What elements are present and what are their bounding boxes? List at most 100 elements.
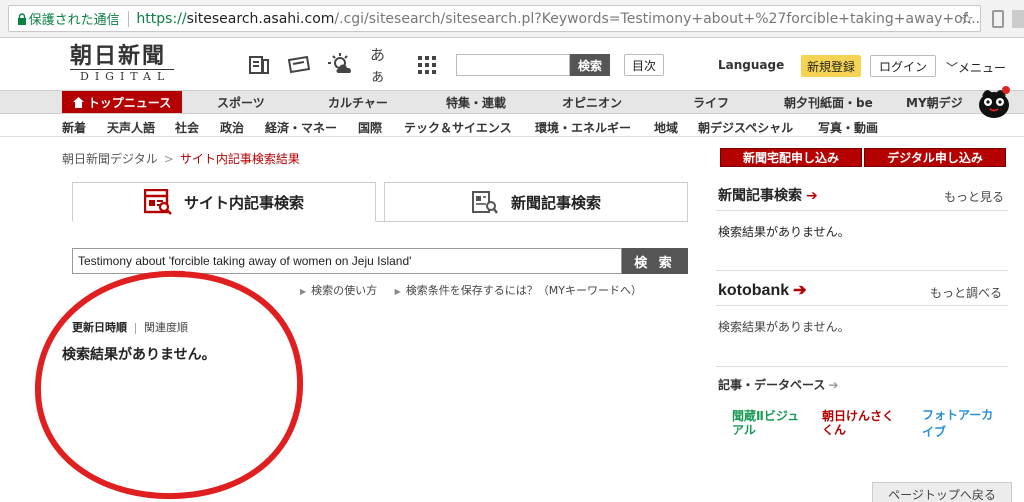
font-size-icon[interactable]: あぁ (370, 46, 396, 85)
no-result-message: 検索結果がありません。 (62, 347, 216, 363)
subnav-item-international[interactable]: 国際 (358, 119, 382, 136)
nav-item-features[interactable]: 特集・連載 (446, 91, 506, 113)
heading-label: 記事・データベース (718, 378, 826, 392)
sort-options: 更新日時順 関連度順 (72, 319, 188, 335)
divider (716, 305, 1008, 306)
weather-icon[interactable] (328, 52, 354, 78)
nav-item-top-news[interactable]: トップニュース (62, 91, 182, 113)
sort-divider (135, 322, 136, 334)
home-icon (72, 96, 84, 108)
extension-icon-2[interactable] (1012, 10, 1024, 28)
subnav-item-politics[interactable]: 政治 (220, 119, 244, 136)
subnav-item-tensei[interactable]: 天声人語 (107, 119, 155, 136)
nav-item-my-asahi[interactable]: MY朝デジ (906, 91, 963, 113)
sub-nav: 新着 天声人語 社会 政治 経済・マネー 国際 テック＆サイエンス 環境・エネル… (0, 115, 1024, 137)
arrow-right-icon: ➔ (806, 188, 818, 204)
logo-main-text: 朝日新聞 (70, 43, 167, 69)
more-link[interactable]: もっと見る (944, 188, 1004, 205)
site-logo[interactable]: 朝日新聞 DIGITAL (70, 44, 180, 84)
subnav-item-special[interactable]: 朝デジスペシャル (698, 119, 793, 136)
subnav-item-photo[interactable]: 写真・動画 (818, 119, 878, 136)
breadcrumb-current: サイト内記事検索結果 (179, 152, 300, 166)
coupon-icon[interactable] (286, 52, 312, 78)
nav-item-paper[interactable]: 朝夕刊紙面・be (784, 91, 873, 113)
menu-button[interactable]: ﹀メニュー (946, 59, 1006, 76)
tab-site-search[interactable]: サイト内記事検索 (72, 182, 376, 222)
kensakukun-logo[interactable]: 朝日けんさくくん (822, 404, 902, 442)
subnav-item-environment[interactable]: 環境・エネルギー (535, 119, 631, 136)
logo-text: 聞蔵Ⅱビジュアル (732, 409, 800, 437)
heading-label: 新聞記事検索 (718, 188, 802, 204)
url-host: sitesearch.asahi.com (186, 10, 335, 27)
extension-icon[interactable] (992, 10, 1004, 28)
index-button[interactable]: 目次 (624, 54, 664, 76)
breadcrumb-separator: > (163, 152, 174, 166)
triangle-right-icon: ▶ (300, 287, 307, 296)
secure-label: 保護された通信 (28, 13, 120, 28)
breadcrumb: 朝日新聞デジタル > サイト内記事検索結果 (62, 150, 300, 167)
menu-label: メニュー (958, 61, 1007, 75)
kotobank-heading[interactable]: kotobank ➔ (718, 280, 807, 300)
tab-newspaper-search[interactable]: 新聞記事検索 (384, 182, 688, 222)
header-search-button[interactable]: 検索 (570, 54, 610, 76)
subnav-item-region[interactable]: 地域 (654, 119, 678, 136)
subnav-item-tech[interactable]: テック＆サイエンス (404, 119, 512, 136)
tab-label: サイト内記事検索 (183, 193, 304, 212)
url-scheme: https:// (136, 10, 187, 27)
triangle-right-icon: ▶ (394, 287, 401, 296)
divider (716, 270, 1008, 271)
nav-item-opinion[interactable]: オピニオン (562, 91, 622, 113)
digital-apply-button[interactable]: デジタル申し込み (864, 148, 1006, 167)
register-button[interactable]: 新規登録 (801, 55, 861, 77)
kotobank-more-link[interactable]: もっと調べる (930, 284, 1002, 301)
kikuzo-logo[interactable]: 聞蔵Ⅱビジュアル (732, 404, 802, 442)
newspaper-no-result: 検索結果がありません。 (718, 225, 850, 239)
photo-archive-logo[interactable]: フォトアーカイブ (922, 404, 1000, 442)
newspaper-search-icon (471, 189, 499, 215)
logo-sub-text: DIGITAL (70, 69, 174, 83)
database-heading[interactable]: 記事・データベース ➔ (718, 376, 838, 393)
search-button[interactable]: 検 索 (622, 248, 688, 274)
header-search-input[interactable] (456, 54, 570, 76)
language-link[interactable]: Language (718, 58, 784, 72)
chevron-down-icon: ﹀ (946, 61, 959, 75)
search-doc-icon (143, 189, 172, 215)
divider (716, 366, 1008, 367)
address-separator (127, 10, 129, 27)
nav-item-life[interactable]: ライフ (693, 91, 729, 113)
divider (716, 210, 1008, 211)
search-tabs: サイト内記事検索 新聞記事検索 (72, 182, 688, 222)
tab-label: 新聞記事検索 (510, 193, 601, 212)
nav-item-culture[interactable]: カルチャー (328, 91, 388, 113)
page-top-button[interactable]: ページトップへ戻る (872, 482, 1012, 502)
search-input[interactable] (72, 248, 622, 274)
search-help-links: ▶ 検索の使い方 ▶ 検索条件を保存するには？（MYキーワードへ） (300, 282, 642, 298)
help-save-link[interactable]: 検索条件を保存するには？（MYキーワードへ） (406, 284, 642, 297)
newspaper-icon[interactable] (246, 52, 272, 78)
grid-icon[interactable] (414, 52, 440, 78)
lock-icon (15, 12, 29, 25)
sort-by-relevance[interactable]: 関連度順 (144, 321, 188, 334)
subnav-item-new[interactable]: 新着 (62, 119, 86, 136)
arrow-right-icon: ➔ (793, 282, 807, 299)
newspaper-search-heading[interactable]: 新聞記事検索 ➔ (718, 185, 818, 205)
annotation-ellipse (34, 270, 304, 500)
address-bar[interactable]: 保護された通信 https://sitesearch.asahi.com/.cg… (8, 5, 981, 32)
help-usage-link[interactable]: 検索の使い方 (311, 284, 377, 297)
breadcrumb-home[interactable]: 朝日新聞デジタル (62, 152, 158, 166)
logo-text: フォトアーカイブ (922, 408, 994, 439)
browser-toolbar: 保護された通信 https://sitesearch.asahi.com/.cg… (0, 0, 1024, 38)
delivery-apply-button[interactable]: 新聞宅配申し込み (720, 148, 862, 167)
heading-label: kotobank (718, 282, 790, 299)
subnav-item-economy[interactable]: 経済・マネー (265, 119, 337, 136)
sort-by-date[interactable]: 更新日時順 (72, 321, 127, 334)
nav-item-label: トップニュース (87, 95, 172, 110)
nav-item-sports[interactable]: スポーツ (217, 91, 265, 113)
login-button[interactable]: ログイン (870, 55, 936, 77)
kotobank-no-result: 検索結果がありません。 (718, 320, 850, 334)
url-path: /.cgi/sitesearch/sitesearch.pl?Keywords=… (334, 10, 980, 27)
logo-text: 朝日けんさくくん (822, 409, 895, 437)
bookmark-star-icon[interactable]: ☆ (960, 9, 974, 28)
subnav-item-society[interactable]: 社会 (175, 119, 199, 136)
mascot-icon[interactable] (976, 84, 1012, 118)
